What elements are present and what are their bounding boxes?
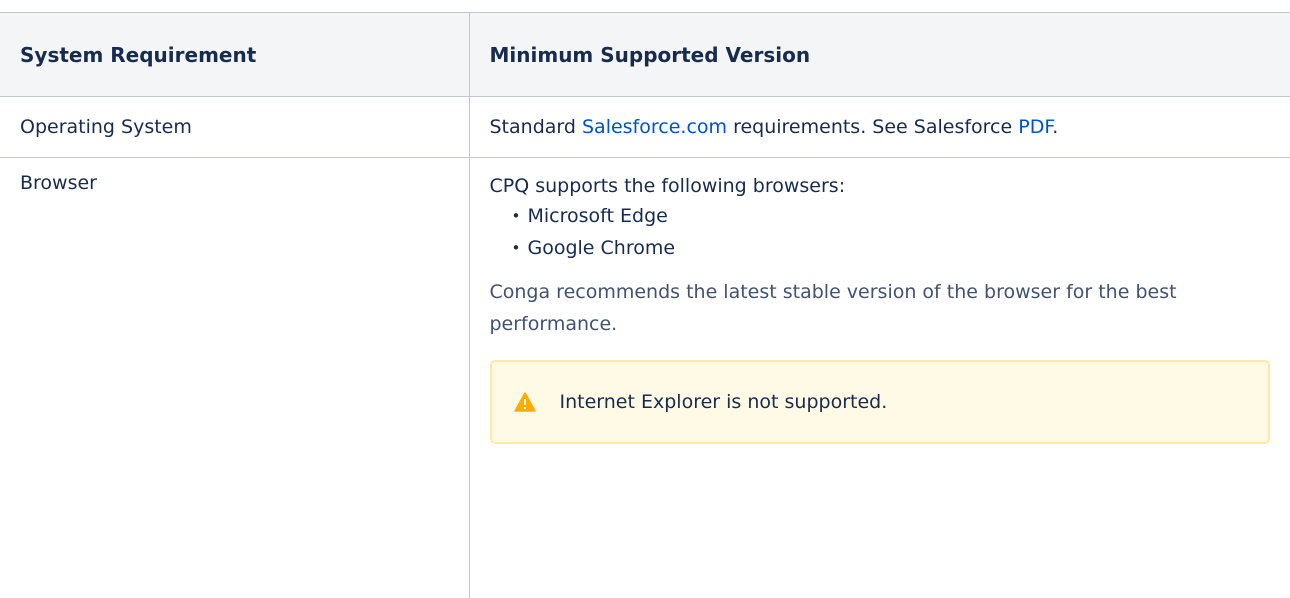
os-requirement-label: Operating System (0, 97, 469, 158)
browser-recommendation-text: Conga recommends the latest stable versi… (490, 276, 1270, 340)
os-text-after: . (1052, 116, 1058, 138)
list-item: Microsoft Edge (512, 200, 1270, 232)
salesforce-pdf-link[interactable]: PDF (1018, 116, 1052, 138)
os-requirement-value: Standard Salesforce.com requirements. Se… (469, 97, 1290, 158)
os-text-middle: requirements. See Salesforce (727, 116, 1018, 138)
list-item: Google Chrome (512, 232, 1270, 264)
warning-panel: Internet Explorer is not supported. (490, 360, 1270, 444)
salesforce-link[interactable]: Salesforce.com (582, 116, 727, 138)
requirements-table: System Requirement Minimum Supported Ver… (0, 12, 1290, 598)
warning-triangle-icon (514, 392, 536, 412)
os-text-before: Standard (490, 116, 582, 138)
warning-text: Internet Explorer is not supported. (560, 391, 888, 413)
supported-browsers-list: Microsoft Edge Google Chrome (490, 200, 1270, 264)
column-header-minimum-supported-version: Minimum Supported Version (469, 13, 1290, 97)
table-row: Operating System Standard Salesforce.com… (0, 97, 1290, 158)
browser-requirement-value: CPQ supports the following browsers: Mic… (469, 158, 1290, 598)
browser-intro-text: CPQ supports the following browsers: (490, 172, 1270, 200)
column-header-system-requirement: System Requirement (0, 13, 469, 97)
table-header-row: System Requirement Minimum Supported Ver… (0, 13, 1290, 97)
table-row: Browser CPQ supports the following brows… (0, 158, 1290, 598)
browser-requirement-label: Browser (0, 158, 469, 598)
